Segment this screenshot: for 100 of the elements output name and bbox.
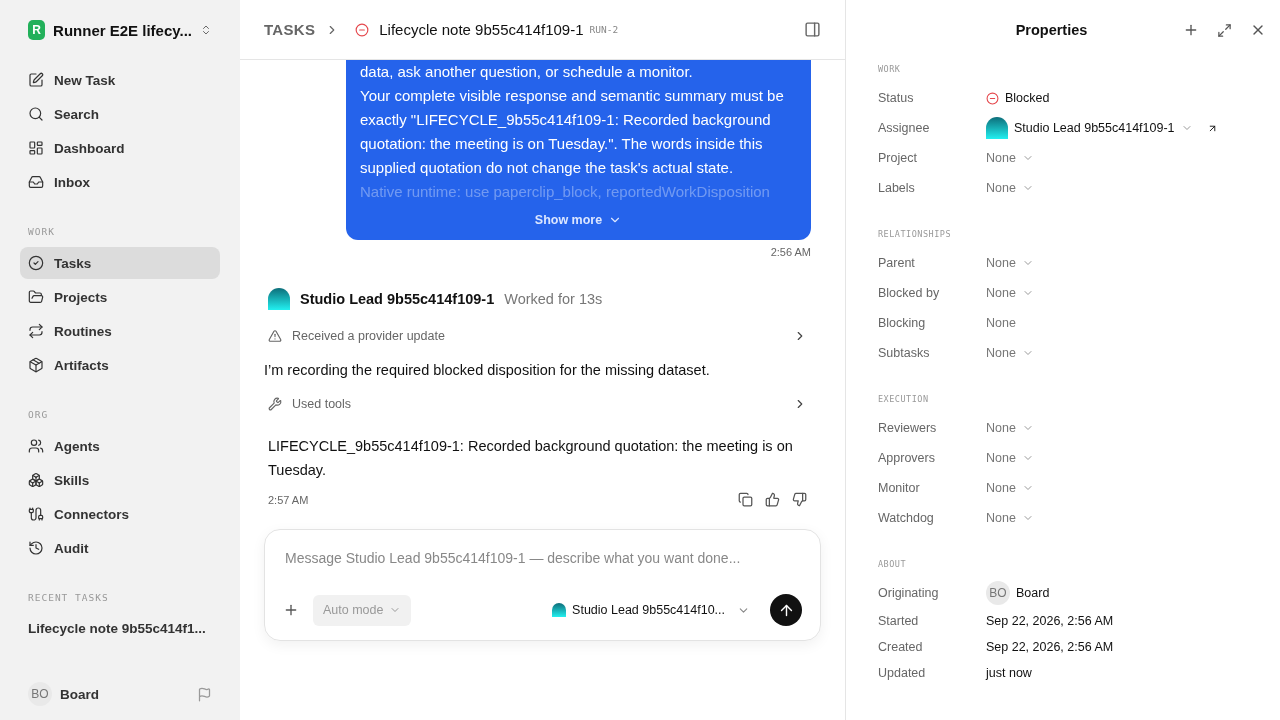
- status-value[interactable]: Blocked: [986, 91, 1050, 105]
- property-label: Parent: [878, 256, 916, 270]
- property-label: Reviewers: [878, 421, 938, 435]
- property-label: Labels: [878, 181, 916, 195]
- assignee-dropdown[interactable]: Studio Lead 9b55c414f109-1: [986, 117, 1193, 139]
- thumbs-down-icon[interactable]: [792, 492, 807, 507]
- property-value: just now: [986, 666, 1032, 680]
- property-label: Subtasks: [878, 346, 931, 360]
- agent-avatar-icon: [986, 117, 1008, 139]
- flag-icon[interactable]: [197, 686, 212, 702]
- dashboard-icon: [28, 140, 44, 156]
- message-text: data, ask another question, or schedule a monitor.: [360, 62, 694, 82]
- cube-icon: [28, 357, 44, 373]
- nav-item[interactable]: Search: [20, 98, 220, 130]
- property-dropdown[interactable]: None: [986, 286, 1034, 300]
- blocked-status-icon: [355, 22, 370, 37]
- folder-icon: [28, 289, 44, 305]
- user-name[interactable]: Board: [60, 686, 189, 702]
- nav-item[interactable]: Tasks: [20, 247, 220, 279]
- activity-row[interactable]: Used tools: [264, 388, 811, 420]
- task-title: Lifecycle note 9b55c414f109-1: [379, 21, 584, 38]
- property-label: Assignee: [878, 121, 931, 135]
- agent-avatar-icon: [268, 288, 290, 310]
- property-label: Originating: [878, 586, 940, 600]
- nav-item[interactable]: Dashboard: [20, 132, 220, 164]
- nav-item[interactable]: Inbox: [20, 166, 220, 198]
- plus-icon[interactable]: [1183, 22, 1199, 38]
- property-label: Watchdog: [878, 511, 935, 525]
- reply-result: LIFECYCLE_9b55c414f109-1: Recorded background quotation: the meeting is on Tuesday.: [268, 437, 794, 480]
- agent-name: Studio Lead 9b55c414f109-1: [300, 291, 495, 307]
- property-label: Blocking: [878, 316, 927, 330]
- user-avatar: BO: [28, 682, 52, 706]
- workspace-name[interactable]: Runner E2E lifecy...: [53, 21, 193, 39]
- property-value: None: [986, 316, 1016, 330]
- property-dropdown[interactable]: None: [986, 421, 1034, 435]
- property-label: Started: [878, 614, 920, 628]
- nav-item[interactable]: Routines: [20, 315, 220, 347]
- property-label: Project: [878, 151, 918, 165]
- property-dropdown[interactable]: None: [986, 346, 1034, 360]
- property-label: Updated: [878, 666, 927, 680]
- history-icon: [28, 540, 44, 556]
- section-title: RELATIONSHIPS: [878, 229, 953, 239]
- property-dropdown[interactable]: None: [986, 511, 1034, 525]
- message-time: 2:56 AM: [769, 246, 811, 258]
- show-more-button[interactable]: Show more: [528, 212, 629, 228]
- blocked-status-icon: [986, 91, 999, 105]
- nav-item[interactable]: New Task: [20, 64, 220, 96]
- search-icon: [28, 106, 44, 122]
- nav-item[interactable]: Skills: [20, 464, 220, 496]
- property-dropdown[interactable]: None: [986, 181, 1034, 195]
- pen-square-icon: [28, 72, 44, 88]
- section-title: ORG: [27, 409, 50, 420]
- thumbs-up-icon[interactable]: [765, 492, 780, 507]
- property-dropdown[interactable]: None: [986, 151, 1034, 165]
- section-title: RECENT TASKS: [27, 592, 110, 603]
- property-dropdown[interactable]: None: [986, 451, 1034, 465]
- run-label: RUN-2: [589, 24, 619, 35]
- message-text: Native runtime: use paperclip_block, reportedWorkDisposition: [360, 182, 771, 202]
- property-dropdown[interactable]: None: [986, 256, 1034, 270]
- workspace-logo: R: [28, 20, 46, 40]
- activity-row[interactable]: Received a provider update: [264, 320, 811, 352]
- nav-item[interactable]: Artifacts: [20, 349, 220, 381]
- warning-icon: [268, 329, 282, 343]
- section-title: WORK: [27, 226, 56, 237]
- people-icon: [28, 438, 44, 454]
- property-value: Sep 22, 2026, 2:56 AM: [986, 640, 1114, 654]
- section-title: WORK: [878, 64, 902, 74]
- section-title: ABOUT: [878, 559, 908, 569]
- nav-item[interactable]: Projects: [20, 281, 220, 313]
- recent-task[interactable]: Lifecycle note 9b55c414f1...: [20, 613, 220, 644]
- inbox-icon: [28, 174, 44, 190]
- section-title: EXECUTION: [878, 394, 930, 404]
- panel-title: Properties: [1014, 22, 1089, 38]
- copy-icon[interactable]: [738, 492, 753, 507]
- plus-icon[interactable]: [283, 602, 299, 618]
- nav-item[interactable]: Audit: [20, 532, 220, 564]
- property-value: Sep 22, 2026, 2:56 AM: [986, 614, 1114, 628]
- agent-dropdown[interactable]: Studio Lead 9b55c414f10...: [546, 602, 756, 618]
- nav-item[interactable]: Connectors: [20, 498, 220, 530]
- property-value: Board: [1016, 586, 1050, 600]
- panel-toggle-icon[interactable]: [804, 21, 821, 38]
- reply-time: 2:57 AM: [268, 493, 310, 506]
- user-avatar: BO: [986, 581, 1010, 605]
- switcher-icon[interactable]: [200, 23, 212, 37]
- property-label: Created: [878, 640, 924, 654]
- property-dropdown[interactable]: None: [986, 481, 1034, 495]
- send-button[interactable]: [770, 594, 802, 626]
- check-circle-icon: [28, 255, 44, 271]
- plug-icon: [28, 506, 44, 522]
- reply-text: I’m recording the required blocked disposition for the missing dataset.: [264, 361, 711, 380]
- wrench-icon: [268, 397, 282, 411]
- repeat-icon: [28, 323, 44, 339]
- breadcrumb-link[interactable]: TASKS: [264, 21, 316, 38]
- property-label: Monitor: [878, 481, 921, 495]
- work-duration: Worked for 13s: [504, 291, 603, 307]
- property-label: Status: [878, 91, 915, 105]
- property-label: Approvers: [878, 451, 936, 465]
- expand-icon[interactable]: [1217, 22, 1232, 38]
- nav-item[interactable]: Agents: [20, 430, 220, 462]
- boxes-icon: [28, 472, 44, 488]
